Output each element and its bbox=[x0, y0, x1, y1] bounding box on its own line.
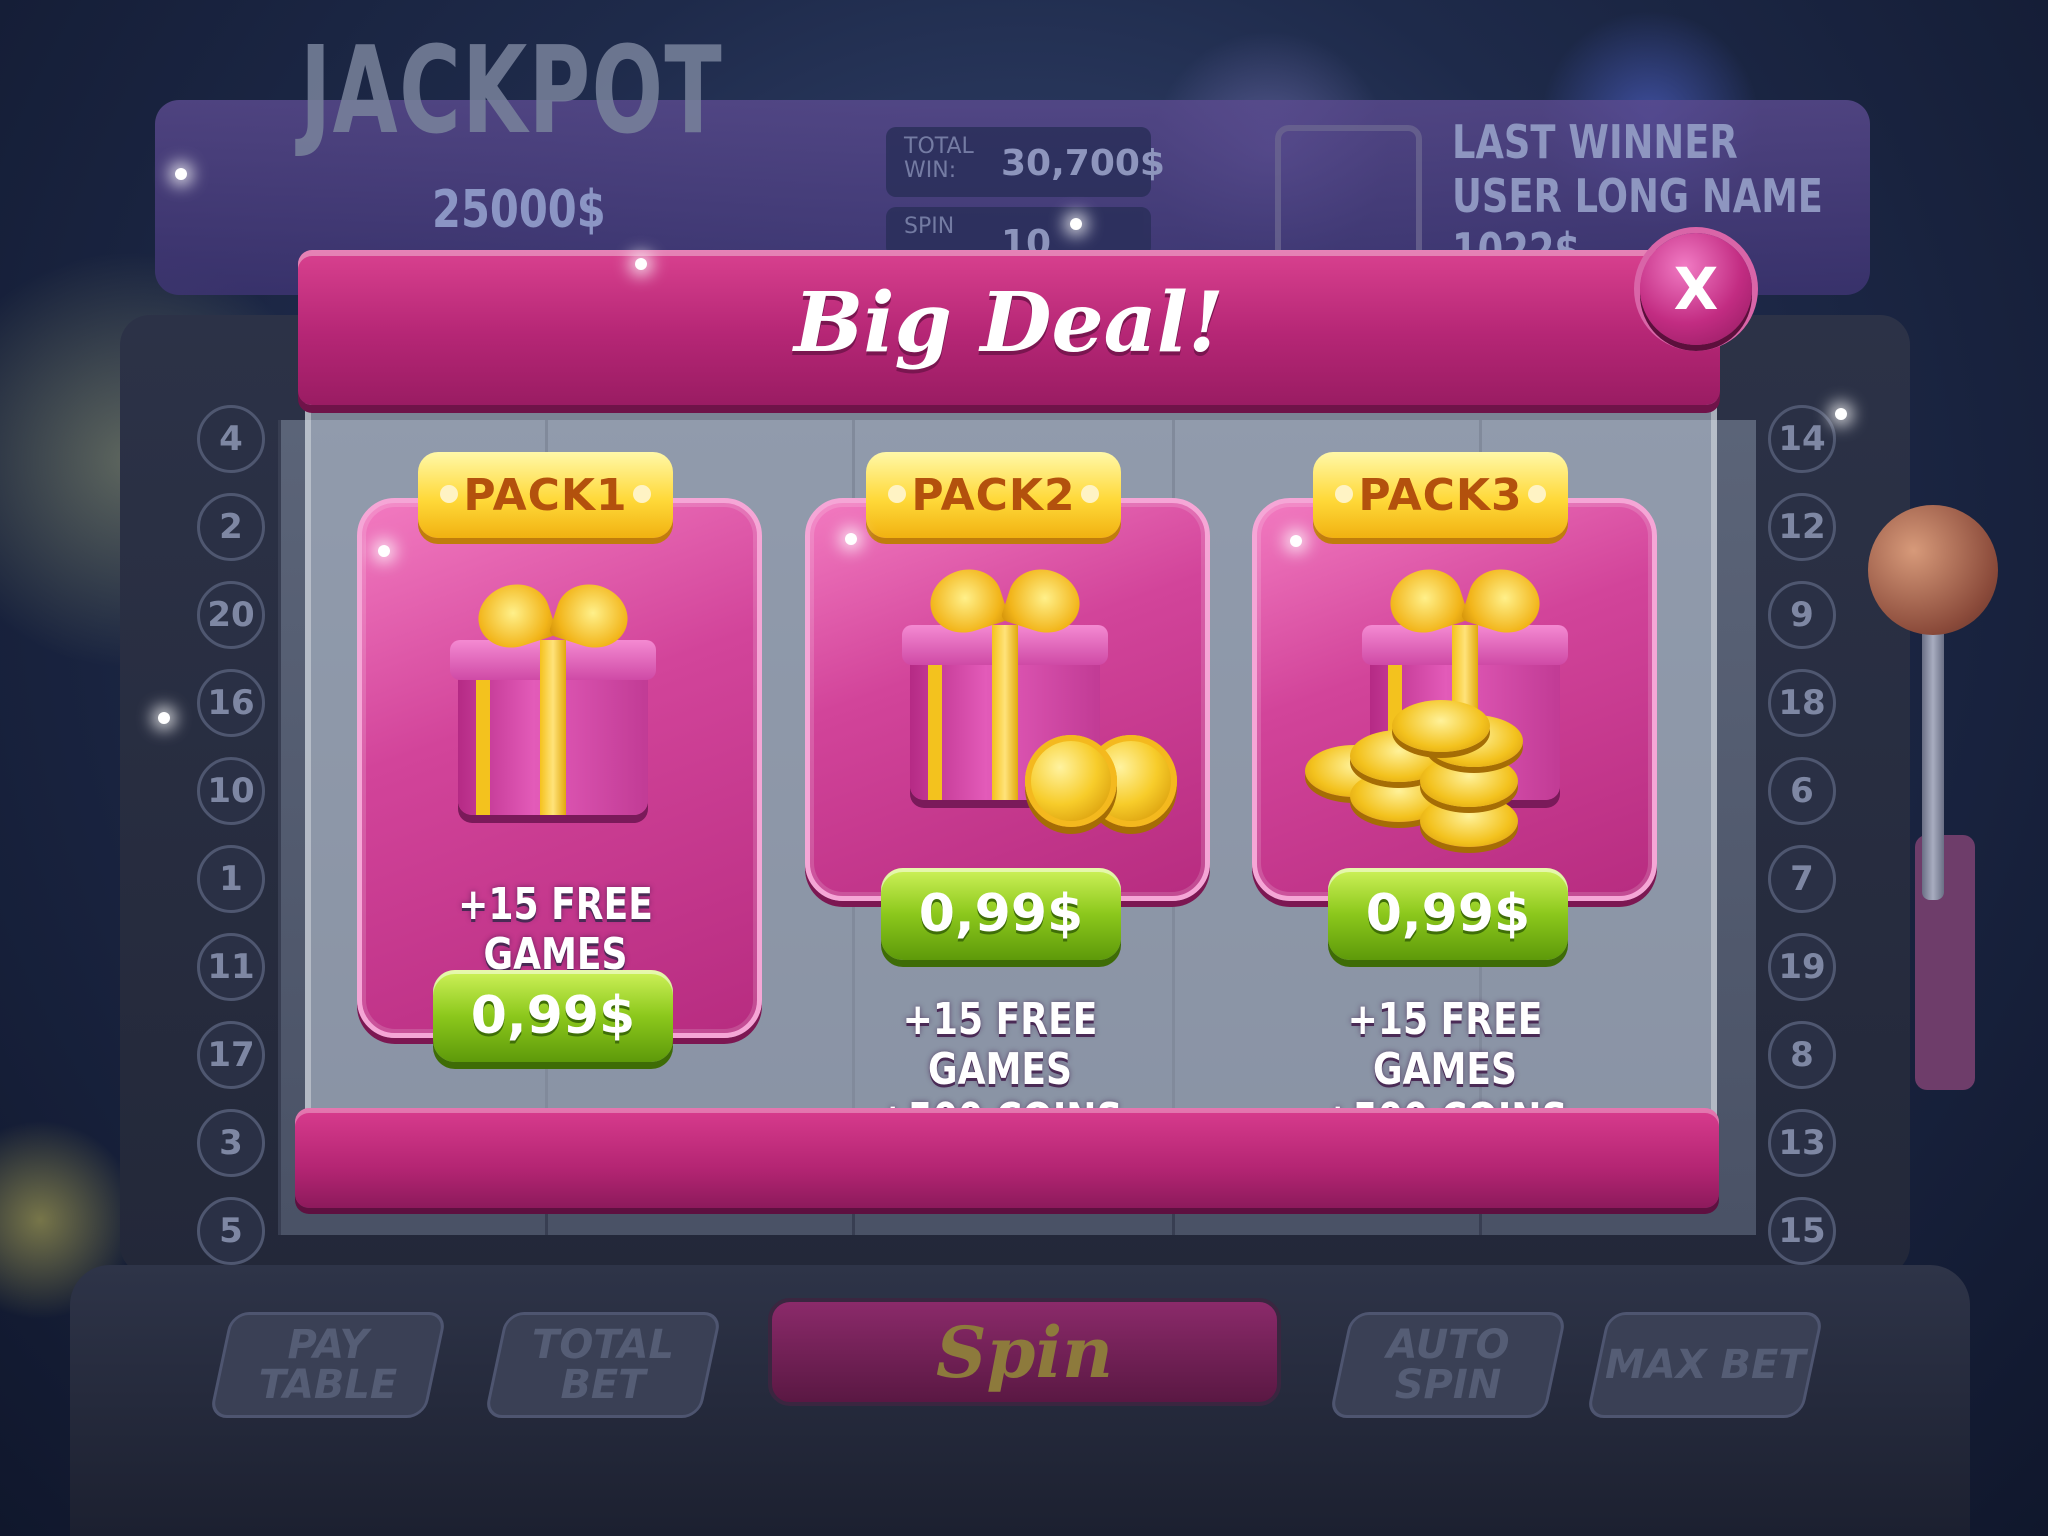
tag-rivet-icon bbox=[1081, 485, 1099, 503]
payline-number[interactable]: 10 bbox=[197, 757, 265, 825]
total-bet-label: TOTAL BET bbox=[532, 1322, 674, 1408]
spin-label: SPIN bbox=[904, 214, 955, 239]
pack-2-description-line1: +15 FREE GAMES bbox=[902, 994, 1098, 1095]
pack-name-2: PACK2 bbox=[911, 469, 1076, 521]
payline-number[interactable]: 5 bbox=[197, 1197, 265, 1265]
payline-number[interactable]: 9 bbox=[1768, 581, 1836, 649]
sparkle-icon bbox=[158, 712, 170, 724]
tag-rivet-icon bbox=[633, 485, 651, 503]
sparkle-icon bbox=[845, 533, 857, 545]
close-button[interactable]: X bbox=[1640, 233, 1752, 345]
spin-button[interactable]: Spin bbox=[768, 1298, 1281, 1406]
jackpot-value: 25000$ bbox=[432, 180, 606, 240]
payline-number[interactable]: 11 bbox=[197, 933, 265, 1001]
pack-3-buy-button[interactable]: 0,99$ bbox=[1328, 868, 1568, 960]
auto-spin-label: AUTO SPIN bbox=[1386, 1322, 1510, 1408]
pack-2-price: 0,99$ bbox=[918, 884, 1084, 944]
max-bet-button[interactable]: MAX BET bbox=[1585, 1312, 1825, 1418]
last-winner-label: LAST WINNER bbox=[1452, 115, 1738, 169]
pack-name-3: PACK3 bbox=[1358, 469, 1523, 521]
tag-rivet-icon bbox=[888, 485, 906, 503]
sparkle-icon bbox=[1835, 408, 1847, 420]
max-bet-label: MAX BET bbox=[1604, 1342, 1806, 1388]
payline-number[interactable]: 17 bbox=[197, 1021, 265, 1089]
last-winner-name: USER LONG NAME bbox=[1452, 169, 1823, 223]
lever-rod[interactable] bbox=[1922, 620, 1944, 900]
payline-number[interactable]: 14 bbox=[1768, 405, 1836, 473]
sparkle-icon bbox=[175, 168, 187, 180]
pay-table-label: PAY TABLE bbox=[258, 1322, 398, 1408]
coin-icon bbox=[1392, 700, 1490, 752]
payline-number[interactable]: 13 bbox=[1768, 1109, 1836, 1177]
payline-number[interactable]: 15 bbox=[1768, 1197, 1836, 1265]
total-bet-button[interactable]: TOTAL BET bbox=[483, 1312, 723, 1418]
spin-button-label: Spin bbox=[936, 1310, 1113, 1394]
pack-tag-3: PACK3 bbox=[1313, 452, 1568, 538]
auto-spin-button[interactable]: AUTO SPIN bbox=[1328, 1312, 1568, 1418]
pack-name-1: PACK1 bbox=[463, 469, 628, 521]
payline-number[interactable]: 18 bbox=[1768, 669, 1836, 737]
pay-table-button[interactable]: PAY TABLE bbox=[208, 1312, 448, 1418]
pack-description-1: +15 FREE GAMES bbox=[394, 880, 718, 980]
payline-number[interactable]: 4 bbox=[197, 405, 265, 473]
pack-3-description-line1: +15 FREE GAMES bbox=[1347, 994, 1543, 1095]
close-icon: X bbox=[1673, 255, 1719, 323]
sparkle-icon bbox=[635, 258, 647, 270]
payline-number[interactable]: 20 bbox=[197, 581, 265, 649]
total-win-value: 30,700$ bbox=[1001, 143, 1165, 184]
pack-tag-2: PACK2 bbox=[866, 452, 1121, 538]
pack-3-price: 0,99$ bbox=[1365, 884, 1531, 944]
total-win-label: TOTAL WIN: bbox=[904, 134, 974, 183]
payline-number[interactable]: 8 bbox=[1768, 1021, 1836, 1089]
popup-title: Big Deal! bbox=[794, 275, 1224, 371]
pack-2-buy-button[interactable]: 0,99$ bbox=[881, 868, 1121, 960]
pack-1-description-line1: +15 FREE GAMES bbox=[458, 879, 653, 980]
payline-number[interactable]: 19 bbox=[1768, 933, 1836, 1001]
pack-1-price: 0,99$ bbox=[470, 986, 636, 1046]
sparkle-icon bbox=[378, 545, 390, 557]
sparkle-icon bbox=[1290, 535, 1302, 547]
pack-tag-1: PACK1 bbox=[418, 452, 673, 538]
payline-number[interactable]: 7 bbox=[1768, 845, 1836, 913]
paylines-left: 4 2 20 16 10 1 11 17 3 5 bbox=[197, 405, 267, 1285]
tag-rivet-icon bbox=[1335, 485, 1353, 503]
tag-rivet-icon bbox=[1528, 485, 1546, 503]
total-win-box: TOTAL WIN: 30,700$ bbox=[886, 127, 1165, 197]
payline-number[interactable]: 3 bbox=[197, 1109, 265, 1177]
jackpot-title: JACKPOT bbox=[300, 22, 724, 161]
paylines-right: 14 12 9 18 6 7 19 8 13 15 bbox=[1768, 405, 1838, 1285]
popup-header: Big Deal! bbox=[298, 250, 1720, 405]
lever-handle[interactable] bbox=[1868, 505, 1998, 635]
pack-1-buy-button[interactable]: 0,99$ bbox=[433, 970, 673, 1062]
payline-number[interactable]: 6 bbox=[1768, 757, 1836, 825]
payline-number[interactable]: 1 bbox=[197, 845, 265, 913]
payline-number[interactable]: 12 bbox=[1768, 493, 1836, 561]
payline-number[interactable]: 16 bbox=[197, 669, 265, 737]
payline-number[interactable]: 2 bbox=[197, 493, 265, 561]
tag-rivet-icon bbox=[440, 485, 458, 503]
popup-footer bbox=[295, 1108, 1719, 1208]
sparkle-icon bbox=[1070, 218, 1082, 230]
coin-icon bbox=[1025, 735, 1117, 827]
